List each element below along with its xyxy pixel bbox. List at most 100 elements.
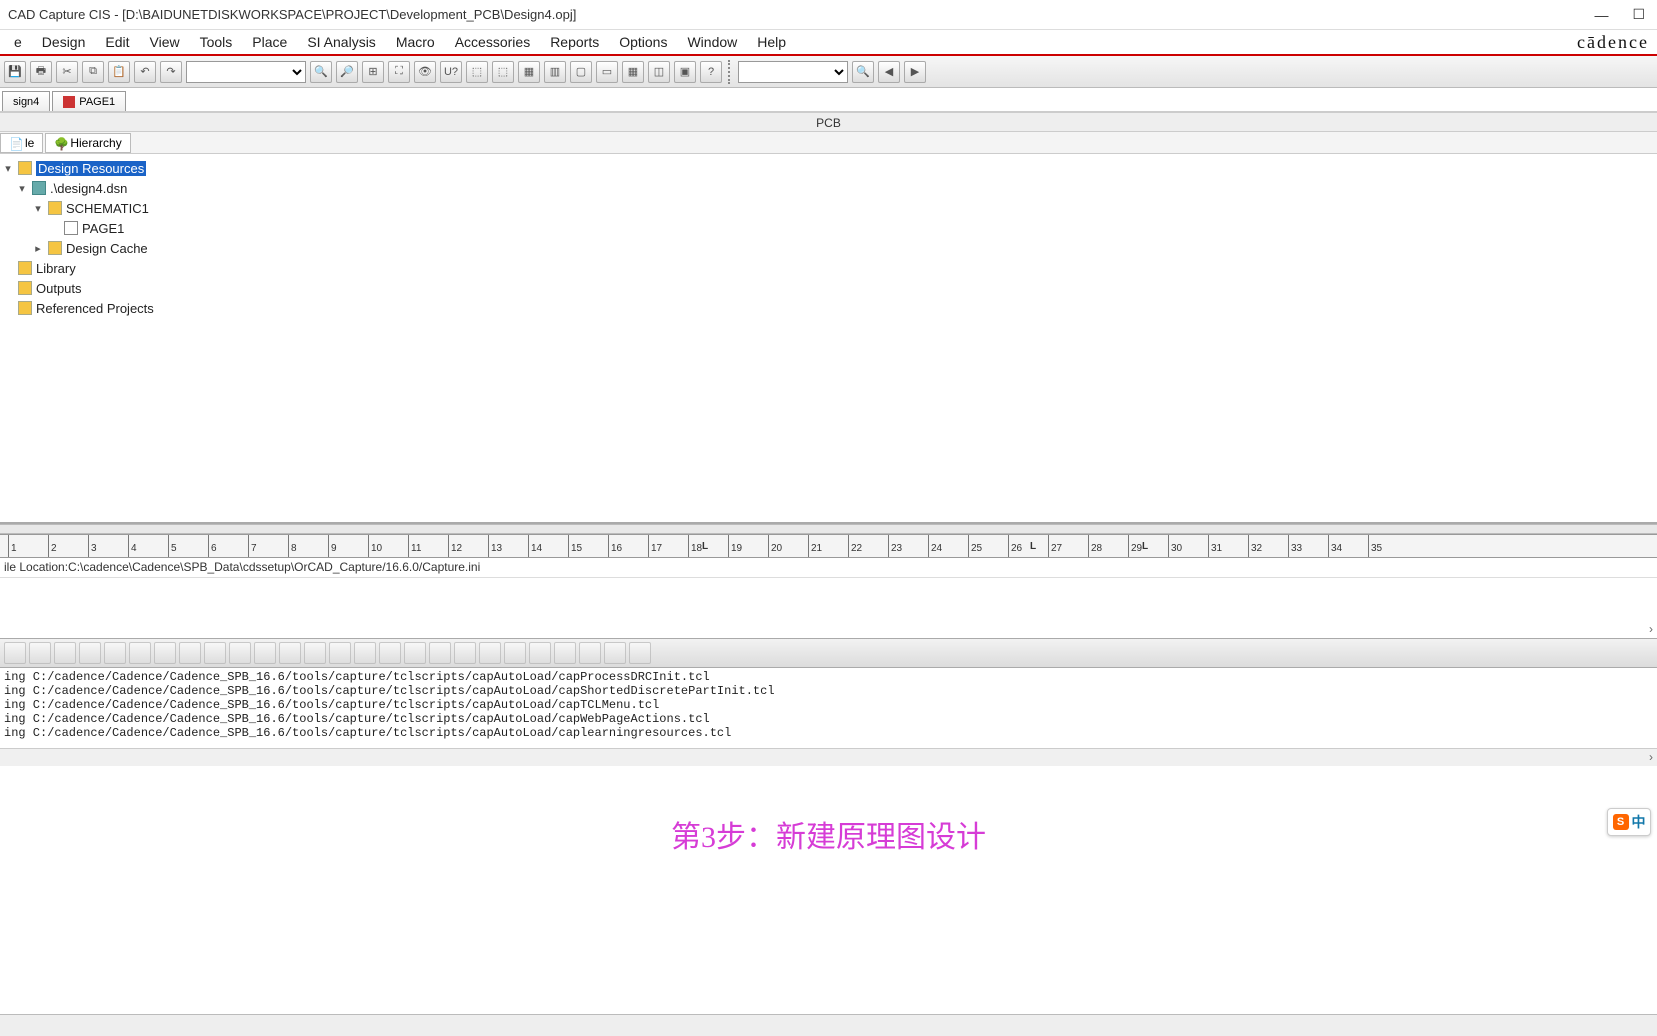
redo-button[interactable]: ↷ <box>160 61 182 83</box>
ruler-tick: 14 <box>528 535 529 557</box>
tab-page1[interactable]: PAGE1 <box>52 91 126 111</box>
netlist-button[interactable]: ▥ <box>544 61 566 83</box>
tree-design-resources[interactable]: ▾ Design Resources <box>2 158 1655 178</box>
place-text-button[interactable] <box>479 642 501 664</box>
place-select-button[interactable] <box>4 642 26 664</box>
place-hierport-button[interactable] <box>254 642 276 664</box>
copy-button[interactable]: ⧉ <box>82 61 104 83</box>
find-prev-button[interactable]: ◀ <box>878 61 900 83</box>
place-ellipse-button[interactable] <box>429 642 451 664</box>
menu-accessories[interactable]: Accessories <box>445 31 540 53</box>
place-junction-button[interactable] <box>129 642 151 664</box>
place-wire-button[interactable] <box>54 642 76 664</box>
ruler-tick: 10 <box>368 535 369 557</box>
save-button[interactable]: 💾 <box>4 61 26 83</box>
menu-bar: e Design Edit View Tools Place SI Analys… <box>0 30 1657 56</box>
expand-icon[interactable]: ▸ <box>32 242 44 255</box>
print-button[interactable]: 🖶 <box>30 61 52 83</box>
u-question-button[interactable]: U? <box>440 61 462 83</box>
zoom-out-button[interactable]: 🔎 <box>336 61 358 83</box>
place-offpage-button[interactable] <box>304 642 326 664</box>
place-picture-button[interactable] <box>504 642 526 664</box>
snap-grid-button[interactable]: ▦ <box>622 61 644 83</box>
zoom-area-button[interactable]: ⊞ <box>362 61 384 83</box>
subtab-file[interactable]: 📄 le <box>0 133 43 153</box>
place-arc-button[interactable] <box>454 642 476 664</box>
tree-dsn-file[interactable]: ▾ .\design4.dsn <box>2 178 1655 198</box>
cut-button[interactable]: ✂ <box>56 61 78 83</box>
ini-location-line: ile Location:C:\cadence\Cadence\SPB_Data… <box>0 558 1657 578</box>
ime-indicator[interactable]: S 中 <box>1607 808 1651 836</box>
annotate-button[interactable]: ⬚ <box>466 61 488 83</box>
back-annotate-button[interactable]: ⬚ <box>492 61 514 83</box>
place-hierblock-button[interactable] <box>229 642 251 664</box>
place-netalias-button[interactable] <box>79 642 101 664</box>
ruler-tick: 22 <box>848 535 849 557</box>
tree-design-cache-label: Design Cache <box>66 241 148 256</box>
find-combo[interactable] <box>738 61 848 83</box>
menu-view[interactable]: View <box>140 31 190 53</box>
menu-design[interactable]: Design <box>32 31 96 53</box>
drc-button[interactable]: ▦ <box>518 61 540 83</box>
part-search-combo[interactable] <box>186 61 306 83</box>
place-bookmark-button[interactable] <box>579 642 601 664</box>
place-hierpin-button[interactable] <box>279 642 301 664</box>
tree-library[interactable]: Library <box>2 258 1655 278</box>
menu-help[interactable]: Help <box>747 31 796 53</box>
place-rectangle-button[interactable] <box>404 642 426 664</box>
place-ground-button[interactable] <box>204 642 226 664</box>
tcl-console[interactable]: ing C:/cadence/Cadence/Cadence_SPB_16.6/… <box>0 668 1657 748</box>
minimize-button[interactable]: — <box>1594 7 1608 23</box>
menu-file[interactable]: e <box>4 31 32 53</box>
place-ole-button[interactable] <box>529 642 551 664</box>
toggle-visibility-button[interactable]: 👁 <box>414 61 436 83</box>
collapse-icon[interactable]: ▾ <box>32 202 44 215</box>
splitter-bar[interactable] <box>0 524 1657 534</box>
ruler-tick: 30 <box>1168 535 1169 557</box>
area-select-button[interactable]: ◫ <box>648 61 670 83</box>
place-netgroup-button[interactable] <box>604 642 626 664</box>
tree-page1[interactable]: PAGE1 <box>2 218 1655 238</box>
maximize-button[interactable]: ☐ <box>1632 6 1645 23</box>
tab-design4[interactable]: sign4 <box>2 91 50 111</box>
tree-schematic1[interactable]: ▾ SCHEMATIC1 <box>2 198 1655 218</box>
menu-place[interactable]: Place <box>242 31 297 53</box>
undo-button[interactable]: ↶ <box>134 61 156 83</box>
project-mgr-button[interactable]: ▣ <box>674 61 696 83</box>
collapse-icon[interactable]: ▾ <box>16 182 28 195</box>
bom-button[interactable]: ▭ <box>596 61 618 83</box>
place-power-button[interactable] <box>179 642 201 664</box>
scroll-right-icon[interactable]: › <box>1649 622 1653 636</box>
place-polyline-button[interactable] <box>379 642 401 664</box>
console-scrollbar[interactable]: › <box>0 748 1657 766</box>
cross-ref-button[interactable]: ▢ <box>570 61 592 83</box>
menu-si-analysis[interactable]: SI Analysis <box>297 31 385 53</box>
place-titleblock-button[interactable] <box>554 642 576 664</box>
menu-reports[interactable]: Reports <box>540 31 609 53</box>
place-noconnect-button[interactable] <box>329 642 351 664</box>
place-line-button[interactable] <box>354 642 376 664</box>
project-tree[interactable]: ▾ Design Resources ▾ .\design4.dsn ▾ SCH… <box>0 154 1657 524</box>
menu-macro[interactable]: Macro <box>386 31 445 53</box>
paste-button[interactable]: 📋 <box>108 61 130 83</box>
zoom-fit-button[interactable]: ⛶ <box>388 61 410 83</box>
place-bus-button[interactable] <box>104 642 126 664</box>
scroll-right-icon[interactable]: › <box>1649 750 1653 764</box>
menu-tools[interactable]: Tools <box>190 31 243 53</box>
collapse-icon[interactable]: ▾ <box>2 162 14 175</box>
place-arrow-button[interactable] <box>29 642 51 664</box>
find-next-button[interactable]: ▶ <box>904 61 926 83</box>
help-button[interactable]: ? <box>700 61 722 83</box>
zoom-in-button[interactable]: 🔍 <box>310 61 332 83</box>
subtab-hierarchy[interactable]: 🌳 Hierarchy <box>45 133 130 153</box>
place-variant-button[interactable] <box>629 642 651 664</box>
place-busentry-button[interactable] <box>154 642 176 664</box>
tree-outputs[interactable]: Outputs <box>2 278 1655 298</box>
ruler-tick: 11 <box>408 535 409 557</box>
menu-window[interactable]: Window <box>677 31 747 53</box>
tree-design-cache[interactable]: ▸ Design Cache <box>2 238 1655 258</box>
tree-referenced-projects[interactable]: Referenced Projects <box>2 298 1655 318</box>
menu-edit[interactable]: Edit <box>95 31 139 53</box>
menu-options[interactable]: Options <box>609 31 677 53</box>
find-button[interactable]: 🔍 <box>852 61 874 83</box>
